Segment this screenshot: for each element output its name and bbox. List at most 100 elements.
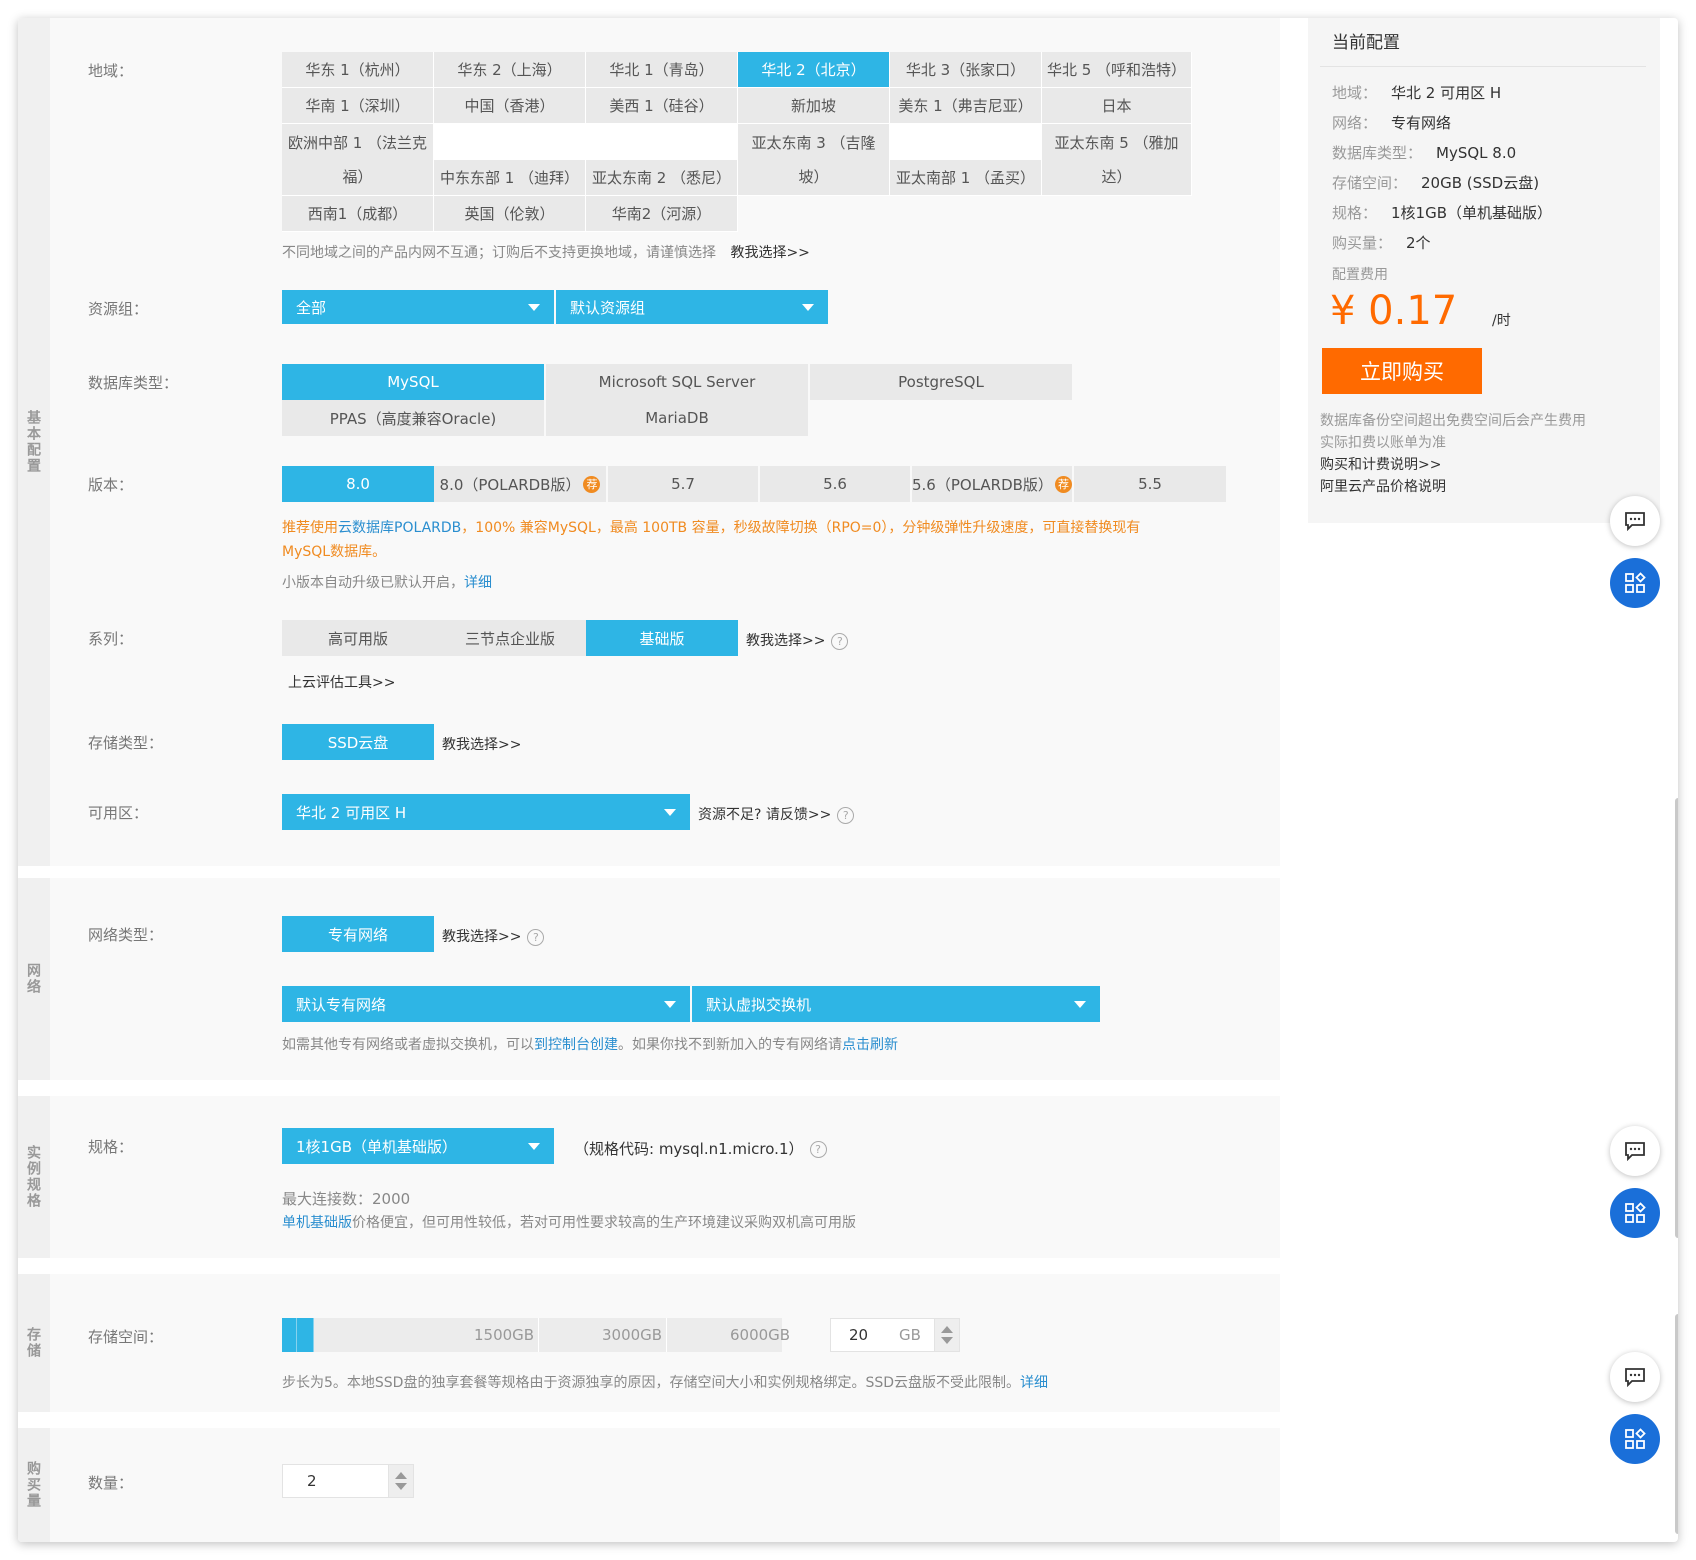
region-option[interactable]: 美东 1（弗吉尼亚） — [890, 88, 1042, 124]
apps-button[interactable] — [1610, 1188, 1660, 1238]
series-three-node[interactable]: 三节点企业版 — [434, 620, 586, 656]
chevron-up-icon[interactable] — [941, 1326, 953, 1333]
region-option[interactable]: 亚太东南 5 （雅加 达） — [1042, 124, 1192, 196]
chat-button[interactable] — [1610, 1352, 1660, 1402]
stepper[interactable] — [934, 1319, 959, 1351]
vpc-dropdown[interactable]: 默认专有网络 — [282, 986, 690, 1022]
series-help-link[interactable]: 教我选择>> — [746, 633, 825, 649]
region-option[interactable]: 华南2（河源） — [586, 196, 738, 232]
region-option-line: 欧洲中部 1 （法兰克 — [287, 133, 428, 152]
region-option[interactable]: 欧洲中部 1 （法兰克 福） — [282, 124, 434, 196]
region-option[interactable]: 华东 1（杭州） — [282, 52, 434, 88]
spec-dropdown[interactable]: 1核1GB（单机基础版） — [282, 1128, 554, 1164]
quantity-stepper[interactable]: 2 — [282, 1464, 414, 1498]
db-type-mysql[interactable]: MySQL — [282, 364, 544, 400]
region-option[interactable]: 华南 1（深圳） — [282, 88, 434, 124]
vswitch-dropdown[interactable]: 默认虚拟交换机 — [692, 986, 1100, 1022]
region-option[interactable]: 美西 1（硅谷） — [586, 88, 738, 124]
slider-tick: 6000GB — [730, 1326, 791, 1344]
chat-button[interactable] — [1610, 496, 1660, 546]
version-5-6[interactable]: 5.6 — [760, 466, 910, 502]
chevron-down-icon — [1074, 1001, 1086, 1008]
chevron-down-icon[interactable] — [395, 1483, 407, 1490]
buy-now-button[interactable]: 立即购买 — [1322, 348, 1482, 394]
polardb-link[interactable]: 云数据库POLARDB — [338, 520, 461, 536]
section-sidebar: 基本配置 — [18, 18, 50, 866]
sidebar-label: 网络 — [25, 963, 41, 995]
storage-type-ssd[interactable]: SSD云盘 — [282, 724, 434, 760]
apps-button[interactable] — [1610, 558, 1660, 608]
basic-edition-link[interactable]: 单机基础版 — [282, 1215, 352, 1231]
stepper[interactable] — [388, 1465, 413, 1497]
chevron-down-icon[interactable] — [941, 1337, 953, 1344]
region-help-link[interactable]: 教我选择>> — [730, 245, 809, 261]
region-option[interactable]: 日本 — [1042, 88, 1192, 124]
region-option[interactable]: 华北 5 （呼和浩特） — [1042, 52, 1192, 88]
help-icon[interactable]: ? — [809, 1141, 827, 1158]
recommend-badge: 荐 — [1055, 475, 1072, 493]
version-5-5[interactable]: 5.5 — [1074, 466, 1226, 502]
region-option[interactable]: 亚太南部 1 （孟买） — [890, 160, 1042, 196]
version-5-7[interactable]: 5.7 — [608, 466, 758, 502]
storage-slider-track[interactable]: 1500GB 3000GB 6000GB — [282, 1318, 790, 1352]
summary-value: 1核1GB（单机基础版） — [1391, 204, 1553, 222]
region-option[interactable]: 中东东部 1 （迪拜） — [434, 160, 586, 196]
db-type-mariadb[interactable]: MariaDB — [546, 400, 808, 436]
console-create-link[interactable]: 到控制台创建 — [534, 1037, 618, 1053]
section-sidebar: 网络 — [18, 878, 50, 1080]
zone-dropdown[interactable]: 华北 2 可用区 H — [282, 794, 690, 830]
region-option[interactable]: 华东 2（上海） — [434, 52, 586, 88]
summary-row: 数据库类型： MySQL 8.0 — [1332, 142, 1516, 163]
basic-config-section: 基本配置 地域： 华东 1（杭州） 华东 2（上海） 华北 1（青岛） 华北 2… — [18, 18, 1280, 866]
scrollbar[interactable] — [1675, 1314, 1678, 1534]
apps-button[interactable] — [1610, 1414, 1660, 1464]
network-type-vpc[interactable]: 专有网络 — [282, 916, 434, 952]
refresh-link[interactable]: 点击刷新 — [842, 1037, 898, 1053]
region-option[interactable]: 亚太东南 3 （吉隆 坡） — [738, 124, 890, 196]
cloud-assess-link[interactable]: 上云评估工具>> — [288, 672, 395, 692]
summary-value: 2个 — [1406, 234, 1431, 252]
resource-group-dropdown[interactable]: 全部 — [282, 290, 554, 324]
resource-group-sub-dropdown[interactable]: 默认资源组 — [556, 290, 828, 324]
series-basic[interactable]: 基础版 — [586, 620, 738, 656]
storage-detail-link[interactable]: 详细 — [1020, 1375, 1048, 1391]
db-type-postgresql[interactable]: PostgreSQL — [810, 364, 1072, 400]
version-detail-link[interactable]: 详细 — [464, 575, 492, 591]
db-type-sqlserver[interactable]: Microsoft SQL Server — [546, 364, 808, 400]
region-option[interactable]: 亚太东南 2 （悉尼） — [586, 160, 738, 196]
region-option[interactable]: 西南1（成都） — [282, 196, 434, 232]
dropdown-value: 默认虚拟交换机 — [706, 995, 812, 1014]
section-sidebar: 实例规格 — [18, 1096, 50, 1258]
region-option[interactable]: 华北 3（张家口） — [890, 52, 1042, 88]
summary-row: 规格： 1核1GB（单机基础版） — [1332, 202, 1552, 223]
zone-feedback-link[interactable]: 资源不足? 请反馈>> — [698, 807, 831, 823]
apps-icon — [1625, 1428, 1646, 1449]
chevron-up-icon[interactable] — [395, 1472, 407, 1479]
version-5-6-polardb[interactable]: 5.6（POLARDB版）荐 — [912, 466, 1072, 502]
network-hint-text: 。如果你找不到新加入的专有网络请 — [618, 1037, 842, 1053]
billing-link[interactable]: 购买和计费说明>> — [1320, 454, 1441, 474]
version-8-0-polardb[interactable]: 8.0（POLARDB版）荐 — [434, 466, 606, 502]
db-type-ppas[interactable]: PPAS（高度兼容Oracle) — [282, 400, 544, 436]
region-option[interactable]: 华北 1（青岛） — [586, 52, 738, 88]
help-icon[interactable]: ? — [527, 928, 545, 946]
help-icon[interactable]: ? — [831, 632, 849, 650]
config-form: 基本配置 地域： 华东 1（杭州） 华东 2（上海） 华北 1（青岛） 华北 2… — [18, 18, 1280, 1542]
network-help-link[interactable]: 教我选择>> — [442, 929, 521, 945]
region-option[interactable]: 中国（香港） — [434, 88, 586, 124]
series-ha[interactable]: 高可用版 — [282, 620, 434, 656]
region-option[interactable]: 新加坡 — [738, 88, 890, 124]
slider-handle[interactable] — [296, 1318, 314, 1352]
region-option-selected[interactable]: 华北 2（北京） — [738, 52, 890, 88]
region-option[interactable]: 英国（伦敦） — [434, 196, 586, 232]
scrollbar[interactable] — [1675, 798, 1678, 1238]
region-option-line: 达） — [1101, 167, 1132, 186]
chat-button[interactable] — [1610, 1126, 1660, 1176]
storage-type-help-link[interactable]: 教我选择>> — [442, 734, 521, 754]
slider-divider — [666, 1318, 667, 1352]
pricing-link[interactable]: 阿里云产品价格说明 — [1320, 476, 1446, 496]
help-icon[interactable]: ? — [837, 806, 855, 824]
storage-section: 存储 存储空间： 1500GB 3000GB 6000GB 20 GB 步长为5… — [18, 1274, 1280, 1412]
storage-size-input[interactable]: 20 GB — [830, 1318, 960, 1352]
version-8-0[interactable]: 8.0 — [282, 466, 434, 502]
